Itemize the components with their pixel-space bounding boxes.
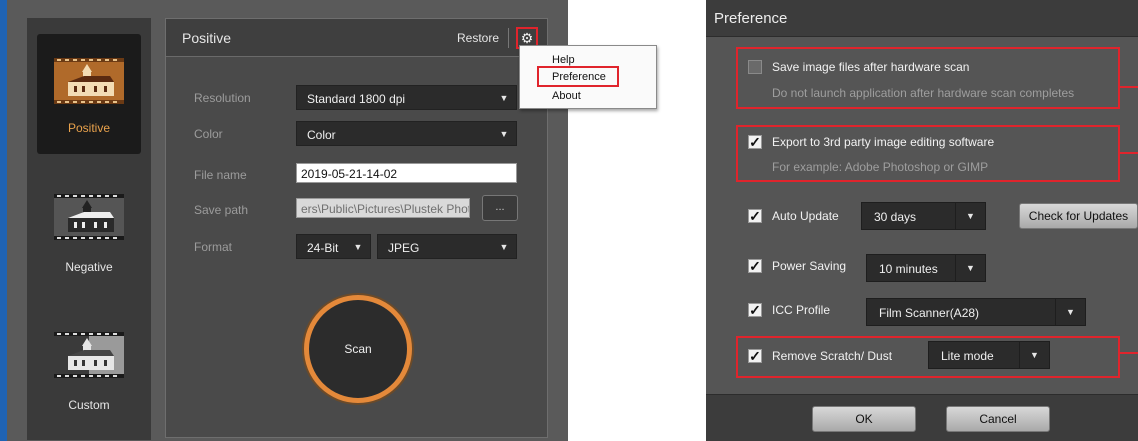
header-divider: [508, 28, 509, 48]
settings-menu: Help Preference About: [519, 45, 657, 109]
preference-dialog: Preference Save image files after hardwa…: [706, 0, 1138, 441]
power-saving-label: Power Saving: [772, 259, 847, 273]
highlight-box: [537, 66, 619, 87]
chevron-down-icon: ▼: [955, 255, 985, 281]
save-path-input[interactable]: ers\Public\Pictures\Plustek Photo: [296, 198, 470, 218]
settings-panel: Positive Restore ⚙ Resolution Standard 1…: [165, 18, 548, 438]
menu-item-help[interactable]: Help: [552, 54, 575, 66]
church-custom-icon: [54, 332, 124, 378]
save-after-scan-hint: Do not launch application after hardware…: [772, 86, 1075, 100]
resolution-value: Standard 1800 dpi: [307, 92, 406, 106]
save-after-scan-label: Save image files after hardware scan: [772, 60, 970, 74]
chevron-down-icon: ▼: [1019, 342, 1049, 368]
chevron-down-icon: ▼: [499, 241, 509, 252]
power-saving-checkbox[interactable]: ✓: [748, 259, 762, 273]
mode-custom-label: Custom: [68, 398, 110, 412]
restore-button[interactable]: Restore: [457, 31, 499, 45]
dialog-footer: OK Cancel: [706, 394, 1138, 441]
mode-negative[interactable]: Negative: [37, 166, 141, 286]
check-updates-button[interactable]: Check for Updates: [1019, 203, 1138, 229]
window-edge-bar: [0, 0, 7, 441]
color-dropdown[interactable]: Color ▼: [296, 121, 517, 146]
icc-profile-dropdown[interactable]: Film Scanner(A28) ▼: [866, 298, 1086, 326]
menu-item-about[interactable]: About: [552, 90, 581, 102]
file-name-input[interactable]: 2019-05-21-14-02: [296, 163, 517, 183]
icc-profile-checkbox[interactable]: ✓: [748, 303, 762, 317]
scan-label: Scan: [344, 342, 372, 356]
browse-button[interactable]: ...: [482, 195, 518, 221]
icc-profile-label: ICC Profile: [772, 303, 831, 317]
scan-mode-sidebar: Positive Negative Custom: [27, 18, 151, 440]
chevron-down-icon: ▼: [1055, 299, 1085, 325]
dialog-title: Preference: [714, 10, 788, 27]
auto-update-dropdown[interactable]: 30 days ▼: [861, 202, 986, 230]
chevron-down-icon: ▼: [955, 203, 985, 229]
mode-positive[interactable]: Positive: [37, 34, 141, 154]
panel-title: Positive: [182, 30, 232, 46]
save-path-label: Save path: [194, 203, 249, 217]
color-label: Color: [194, 127, 223, 141]
color-value: Color: [307, 128, 336, 142]
mode-negative-label: Negative: [65, 260, 113, 274]
file-type-dropdown[interactable]: JPEG ▼: [377, 234, 517, 259]
auto-update-value: 30 days: [874, 210, 917, 224]
format-label: Format: [194, 240, 233, 254]
chevron-down-icon: ▼: [353, 241, 363, 252]
scanner-app-window: Positive Negative Custom Positive Restor…: [0, 0, 568, 441]
scan-button[interactable]: Scan: [304, 295, 412, 403]
icc-profile-value: Film Scanner(A28): [879, 306, 980, 320]
auto-update-checkbox[interactable]: ✓: [748, 209, 762, 223]
export-checkbox[interactable]: ✓: [748, 135, 762, 149]
church-positive-icon: [54, 58, 124, 104]
bit-depth-value: 24-Bit: [307, 241, 339, 255]
chevron-down-icon: ▼: [499, 92, 509, 103]
resolution-dropdown[interactable]: Standard 1800 dpi ▼: [296, 85, 517, 110]
remove-scratch-value: Lite mode: [941, 349, 994, 363]
remove-scratch-dropdown[interactable]: Lite mode ▼: [928, 341, 1050, 369]
chevron-down-icon: ▼: [499, 128, 509, 139]
highlight-leader: [1120, 86, 1138, 88]
bit-depth-dropdown[interactable]: 24-Bit ▼: [296, 234, 371, 259]
resolution-label: Resolution: [194, 91, 251, 105]
save-after-scan-checkbox[interactable]: [748, 60, 762, 74]
mode-positive-label: Positive: [67, 121, 111, 135]
ok-button[interactable]: OK: [812, 406, 916, 432]
highlight-leader: [1120, 152, 1138, 154]
power-saving-value: 10 minutes: [879, 262, 938, 276]
panel-header: Positive Restore ⚙: [166, 19, 547, 57]
power-saving-dropdown[interactable]: 10 minutes ▼: [866, 254, 986, 282]
dialog-titlebar: Preference: [706, 0, 1138, 37]
export-hint: For example: Adobe Photoshop or GIMP: [772, 160, 989, 174]
auto-update-label: Auto Update: [772, 209, 839, 223]
highlight-leader: [1120, 352, 1138, 354]
remove-scratch-label: Remove Scratch/ Dust: [772, 349, 893, 363]
file-type-value: JPEG: [388, 241, 420, 255]
file-name-label: File name: [194, 168, 247, 182]
cancel-button[interactable]: Cancel: [946, 406, 1050, 432]
remove-scratch-checkbox[interactable]: ✓: [748, 349, 762, 363]
export-label: Export to 3rd party image editing softwa…: [772, 135, 995, 149]
mode-custom[interactable]: Custom: [37, 308, 141, 428]
church-negative-icon: [54, 194, 124, 240]
